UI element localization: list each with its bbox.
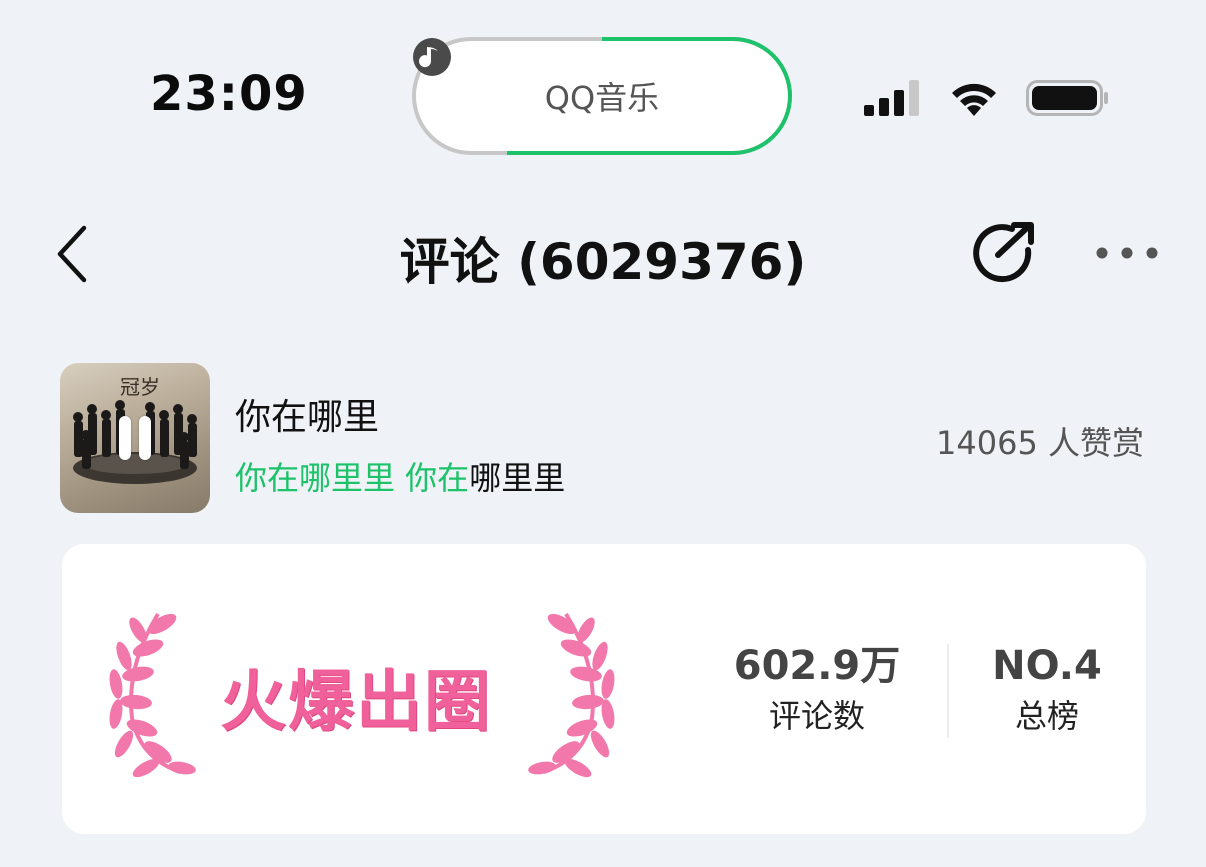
hot-stats-card: 火爆出圈 602.9万 评论数 NO.4 总榜 xyxy=(62,544,1146,834)
rewards-count[interactable]: 14065 人赞赏 xyxy=(936,418,1144,464)
stat-divider xyxy=(947,644,949,738)
pause-button[interactable] xyxy=(60,363,210,513)
signal-icon xyxy=(864,80,919,116)
rank-value: NO.4 xyxy=(992,643,1102,689)
status-time: 23:09 xyxy=(150,66,308,122)
island-app-name: QQ音乐 xyxy=(544,79,660,117)
more-icon[interactable] xyxy=(1094,240,1160,266)
comment-count-label: 评论数 xyxy=(768,697,865,735)
song-name: 你在哪里 xyxy=(235,397,380,438)
pause-icon xyxy=(119,416,131,460)
status-icons xyxy=(864,76,1110,120)
dynamic-island-now-playing[interactable]: QQ音乐 xyxy=(412,37,792,155)
album-cover[interactable]: 冠岁 xyxy=(60,363,210,513)
comment-count-stat: 602.9万 评论数 xyxy=(712,642,922,736)
pause-icon-bar xyxy=(139,416,151,460)
lyric-sung: 你在哪里里 你在 xyxy=(235,459,470,497)
current-lyric: 你在哪里里 你在哪里里 xyxy=(235,453,565,499)
wifi-icon xyxy=(952,83,996,116)
hot-badge-label: 火爆出圈 xyxy=(220,663,492,740)
rank-stat[interactable]: NO.4 总榜 xyxy=(982,642,1112,736)
rank-label: 总榜 xyxy=(1014,697,1079,735)
share-icon[interactable] xyxy=(968,222,1038,284)
hot-badge: 火爆出圈 xyxy=(102,608,622,778)
battery-icon xyxy=(1026,80,1108,116)
qq-music-logo-icon xyxy=(413,38,451,76)
lyric-unsung: 哪里里 xyxy=(469,459,566,497)
comment-count-value: 602.9万 xyxy=(733,643,901,689)
